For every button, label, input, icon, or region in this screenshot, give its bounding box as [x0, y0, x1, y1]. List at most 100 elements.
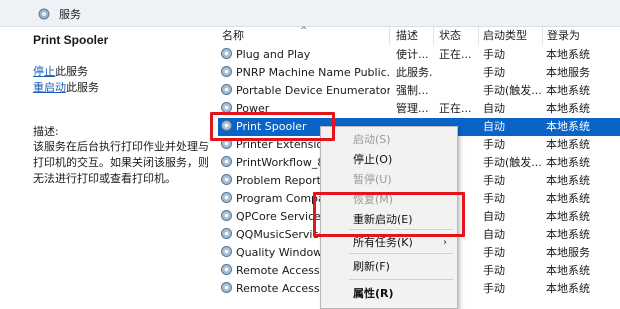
service-gear-icon [220, 263, 233, 276]
startup-type-cell: 手动 [483, 282, 505, 295]
service-gear-icon [220, 83, 233, 96]
service-gear-icon [220, 281, 233, 294]
logon-as-cell: 本地系统 [546, 84, 590, 97]
logon-as-cell: 本地服务 [546, 66, 590, 79]
logon-as-cell: 本地系统 [546, 174, 590, 187]
service-gear-icon [220, 137, 233, 150]
stop-service-suffix: 此服务 [55, 65, 88, 78]
context-menu-item: 启动(S) [321, 130, 457, 150]
logon-as-cell: 本地系统 [546, 264, 590, 277]
service-name-cell: Power [220, 100, 390, 118]
column-header-name[interactable]: 名称 ^ [218, 26, 390, 45]
startup-type-cell: 手动(触发... [483, 156, 541, 169]
description-cell: 此服务... [396, 66, 432, 79]
context-menu-item-label: 重新启动(E) [353, 213, 413, 226]
startup-type-cell: 手动 [483, 192, 505, 205]
logon-as-cell: 本地系统 [546, 282, 590, 295]
description-cell: 管理... [396, 102, 429, 115]
context-menu-item-label: 暂停(U) [353, 173, 392, 186]
service-name-text: Plug and Play [236, 48, 311, 61]
startup-type-cell: 自动 [483, 102, 505, 115]
status-cell: 正在... [439, 102, 472, 115]
logon-as-cell: 本地系统 [546, 102, 590, 115]
description-cell: 使计... [396, 48, 429, 61]
context-menu-item[interactable]: 刷新(F) [321, 257, 457, 277]
service-gear-icon [220, 47, 233, 60]
stop-service-action: 停止此服务 [33, 63, 88, 79]
service-gear-icon [220, 173, 233, 186]
service-gear-icon [220, 191, 233, 204]
startup-type-cell: 手动(触发... [483, 84, 541, 97]
logon-as-cell: 本地系统 [546, 138, 590, 151]
startup-type-cell: 手动 [483, 264, 505, 277]
service-name-text: Program Compa [236, 192, 325, 205]
context-menu-item[interactable]: 停止(O) [321, 150, 457, 170]
logon-as-cell: 本地服务 [546, 246, 590, 259]
restart-service-link[interactable]: 重启动 [33, 81, 66, 94]
context-menu-item-label: 恢复(M) [353, 193, 394, 206]
context-menu-item: 暂停(U) [321, 170, 457, 190]
service-name-text: QQMusicService [236, 228, 326, 241]
service-detail-pane: Print Spooler 停止此服务 重启动此服务 描述: 该服务在后台执行打… [0, 27, 212, 309]
status-cell [439, 82, 473, 100]
column-header-description[interactable]: 描述 [392, 27, 434, 45]
startup-type-cell: 手动 [483, 174, 505, 187]
service-name-cell: Plug and Play [220, 46, 390, 64]
startup-type-cell: 手动 [483, 48, 505, 61]
table-row[interactable]: Portable Device Enumerator... 强制... 手动(触发.… [218, 82, 620, 100]
menu-separator [349, 229, 453, 230]
service-name-text: Portable Device Enumerator... [236, 84, 390, 97]
service-gear-icon [220, 155, 233, 168]
restart-service-suffix: 此服务 [66, 81, 99, 94]
column-header-status[interactable]: 状态 [435, 27, 479, 45]
service-gear-icon [220, 101, 233, 114]
status-cell: 正在... [439, 48, 472, 61]
service-gear-icon [220, 65, 233, 78]
service-name-text: Quality Windows [236, 246, 328, 259]
service-gear-icon [220, 209, 233, 222]
startup-type-cell: 自动 [483, 228, 505, 241]
context-menu-item-label: 所有任务(K) [353, 236, 413, 249]
service-name-text: Remote Access A [236, 264, 331, 277]
service-gear-icon [220, 245, 233, 258]
selected-service-name: Print Spooler [33, 33, 109, 47]
context-menu-item-label: 刷新(F) [353, 260, 390, 273]
startup-type-cell: 手动 [483, 246, 505, 259]
status-cell [439, 64, 473, 82]
service-description: 该服务在后台执行打印作业并处理与打印机的交互。如果关闭该服务，则无法进行打印或查… [33, 140, 209, 185]
context-menu-item-label: 停止(O) [353, 153, 393, 166]
sort-ascending-icon: ^ [300, 26, 308, 36]
context-menu-item[interactable]: 属性(R) [321, 284, 457, 304]
services-gear-icon [38, 8, 50, 20]
startup-type-cell: 手动 [483, 138, 505, 151]
context-menu-item[interactable]: 所有任务(K) › [321, 233, 457, 253]
menu-separator [349, 279, 453, 280]
service-name-cell: PNRP Machine Name Public... [220, 64, 390, 82]
stop-service-link[interactable]: 停止 [33, 65, 55, 78]
column-header-logon-as[interactable]: 登录为 [543, 27, 620, 45]
table-row[interactable]: Plug and Play 使计... 正在... 手动 本地系统 [218, 46, 620, 64]
window-header: 服务 [0, 0, 620, 27]
logon-as-cell: 本地系统 [546, 156, 590, 169]
service-gear-icon [220, 119, 233, 132]
service-name-text: PNRP Machine Name Public... [236, 66, 390, 79]
context-menu-item: 恢复(M) [321, 190, 457, 210]
column-header-startup-type[interactable]: 启动类型 [479, 27, 543, 45]
startup-type-cell: 自动 [483, 120, 505, 133]
table-row[interactable]: Power 管理... 正在... 自动 本地系统 [218, 100, 620, 118]
context-menu-item-label: 启动(S) [353, 133, 391, 146]
submenu-arrow-icon: › [443, 237, 447, 248]
restart-service-action: 重启动此服务 [33, 79, 99, 95]
column-header-name-label: 名称 [222, 29, 244, 42]
service-name-text: Printer Extension [236, 138, 331, 151]
menu-separator [349, 253, 453, 254]
logon-as-cell: 本地系统 [546, 192, 590, 205]
context-menu-item[interactable]: 重新启动(E) [321, 210, 457, 230]
startup-type-cell: 自动 [483, 210, 505, 223]
service-gear-icon [220, 227, 233, 240]
logon-as-cell: 本地系统 [546, 228, 590, 241]
description-label: 描述: [33, 125, 59, 138]
service-name-text: Problem Reports [236, 174, 327, 187]
table-row[interactable]: PNRP Machine Name Public... 此服务... 手动 本地服务 [218, 64, 620, 82]
service-name-text: QPCore Service [236, 210, 321, 223]
